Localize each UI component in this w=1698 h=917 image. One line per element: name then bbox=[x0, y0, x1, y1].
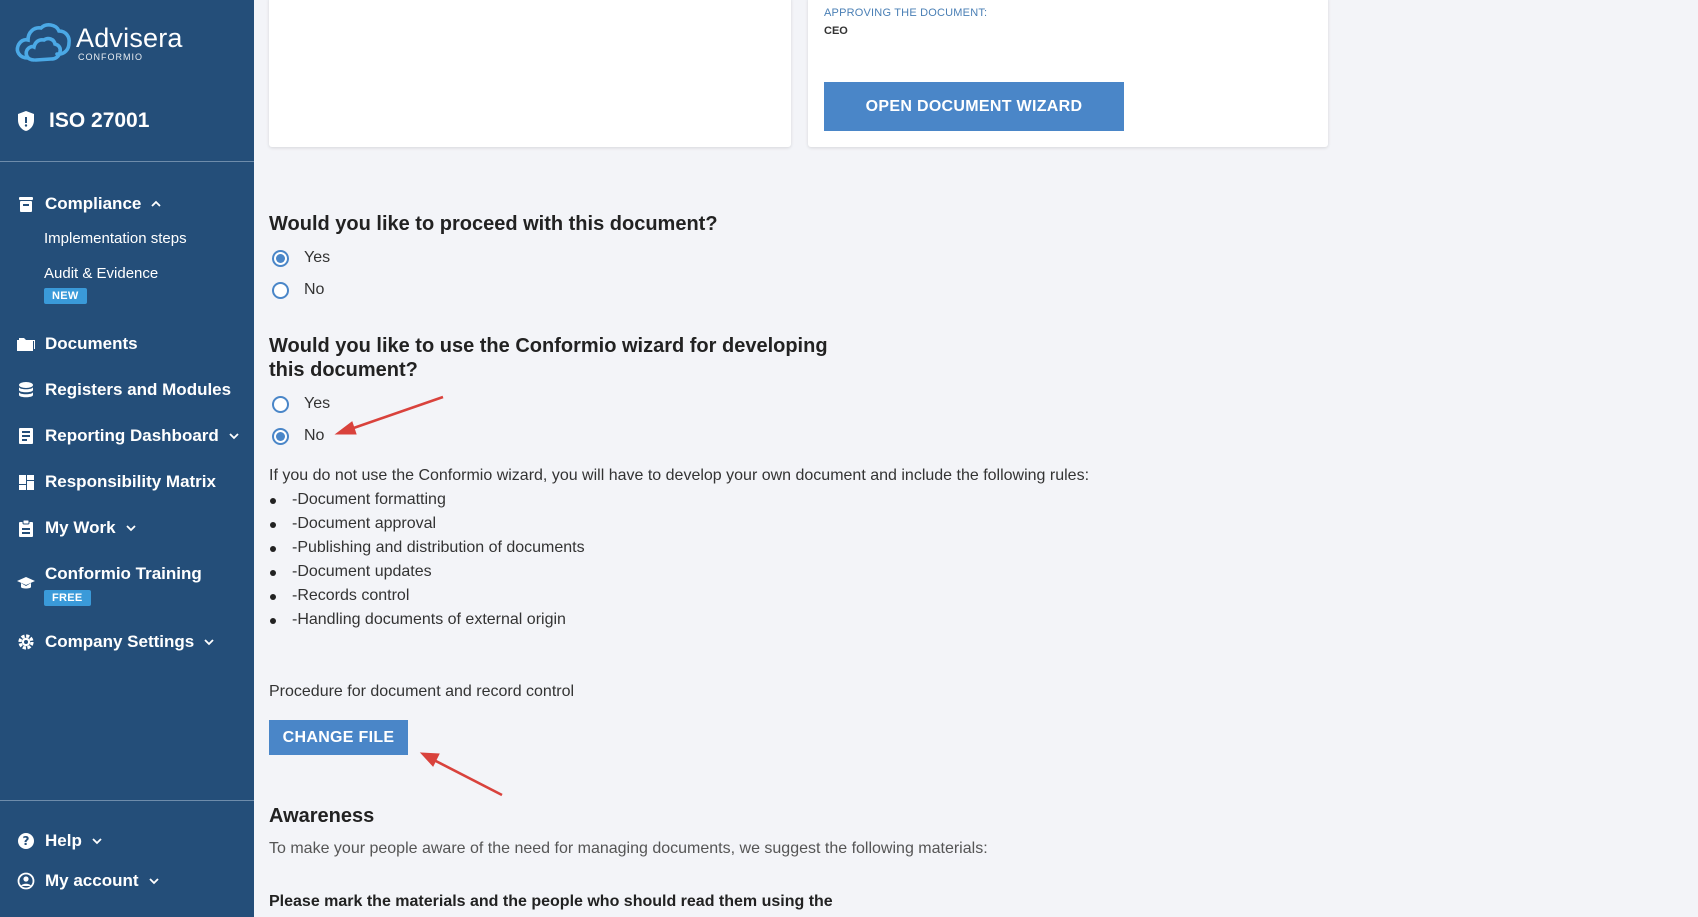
chevron-up-icon[interactable] bbox=[150, 198, 162, 210]
radio-wizard-no[interactable]: No bbox=[272, 427, 324, 445]
radio-unselected bbox=[272, 281, 289, 299]
nav-my-work[interactable]: My Work bbox=[16, 518, 137, 538]
document-info-card: APPROVING THE DOCUMENT: CEO OPEN DOCUMEN… bbox=[808, 0, 1328, 147]
list-item: -Document formatting bbox=[269, 488, 585, 512]
chevron-down-icon[interactable] bbox=[91, 835, 103, 847]
nav-label: My Work bbox=[45, 518, 116, 537]
archive-box-icon bbox=[16, 194, 36, 214]
clipboard-icon bbox=[16, 518, 36, 538]
question-proceed: Would you like to proceed with this docu… bbox=[269, 213, 718, 235]
nav-company-settings[interactable]: Company Settings bbox=[16, 632, 215, 652]
product-name: ISO 27001 bbox=[49, 109, 150, 132]
chevron-down-icon[interactable] bbox=[125, 522, 137, 534]
radio-wizard-yes[interactable]: Yes bbox=[272, 395, 330, 413]
sidebar-divider bbox=[0, 161, 254, 162]
radio-selected bbox=[272, 427, 289, 445]
nav-label: Help bbox=[45, 831, 82, 850]
radio-selected bbox=[272, 249, 289, 267]
radio-label: No bbox=[304, 427, 325, 444]
nav-compliance[interactable]: Compliance bbox=[16, 194, 162, 214]
shield-icon bbox=[18, 111, 34, 131]
brand-name: Advisera bbox=[76, 23, 183, 53]
question-wizard-line1: Would you like to use the Conformio wiza… bbox=[269, 335, 828, 357]
nav-conformio-training[interactable] bbox=[16, 573, 45, 593]
radio-label: Yes bbox=[304, 395, 331, 412]
list-item: -Document updates bbox=[269, 560, 585, 584]
file-name: Procedure for document and record contro… bbox=[269, 683, 575, 700]
awareness-text: To make your people aware of the need fo… bbox=[269, 840, 988, 857]
chevron-down-icon[interactable] bbox=[203, 636, 215, 648]
open-document-wizard-button[interactable]: OPEN DOCUMENT WIZARD bbox=[824, 82, 1124, 131]
nav-label: Compliance bbox=[45, 194, 142, 213]
radio-proceed-no[interactable]: No bbox=[272, 281, 324, 299]
question-circle-icon: ? bbox=[16, 831, 36, 851]
sidebar: Advisera CONFORMIO ISO 27001 Compliance … bbox=[0, 0, 254, 917]
new-badge: NEW bbox=[44, 288, 87, 304]
svg-text:?: ? bbox=[23, 834, 30, 848]
folder-icon bbox=[16, 334, 36, 354]
cloud-logo-icon bbox=[15, 23, 71, 62]
dashboard-grid-icon bbox=[16, 472, 36, 492]
question-wizard-line2: this document? bbox=[269, 359, 418, 381]
nav-audit-evidence[interactable]: Audit & Evidence bbox=[44, 265, 158, 282]
radio-proceed-yes[interactable]: Yes bbox=[272, 249, 330, 267]
document-preview-card bbox=[269, 0, 791, 147]
nav-implementation-steps[interactable]: Implementation steps bbox=[44, 230, 187, 247]
arrow-annotation bbox=[334, 395, 444, 435]
brand-sub: CONFORMIO bbox=[78, 52, 143, 62]
approving-value: CEO bbox=[824, 25, 848, 37]
nav-label: Registers and Modules bbox=[45, 380, 232, 399]
nav-help[interactable]: ? Help bbox=[16, 831, 103, 851]
database-icon bbox=[16, 380, 36, 400]
list-item: -Handling documents of external origin bbox=[269, 608, 585, 632]
nav-label: My account bbox=[45, 871, 139, 890]
radio-label: No bbox=[304, 281, 325, 298]
wizard-info-text: If you do not use the Conformio wizard, … bbox=[269, 467, 1090, 484]
list-item: -Records control bbox=[269, 584, 585, 608]
nav-responsibility-matrix[interactable]: Responsibility Matrix bbox=[16, 472, 216, 492]
approving-label: APPROVING THE DOCUMENT: bbox=[824, 7, 988, 19]
awareness-title: Awareness bbox=[269, 805, 375, 827]
nav-label: Responsibility Matrix bbox=[45, 472, 216, 491]
graduation-cap-icon bbox=[16, 573, 36, 593]
chevron-down-icon[interactable] bbox=[228, 430, 240, 442]
nav-label: Reporting Dashboard bbox=[45, 426, 219, 445]
chevron-down-icon[interactable] bbox=[148, 875, 160, 887]
advisera-logo[interactable]: Advisera CONFORMIO bbox=[14, 20, 183, 66]
nav-label[interactable]: Conformio Training bbox=[45, 564, 202, 584]
sidebar-divider bbox=[0, 800, 254, 801]
report-icon bbox=[16, 426, 36, 446]
free-badge: FREE bbox=[44, 590, 91, 606]
arrow-annotation bbox=[419, 752, 503, 797]
rules-list: -Document formatting -Document approval … bbox=[269, 488, 585, 632]
nav-registers-modules[interactable]: Registers and Modules bbox=[16, 380, 231, 400]
awareness-instruction: Please mark the materials and the people… bbox=[269, 893, 833, 910]
nav-documents[interactable]: Documents bbox=[16, 334, 138, 354]
list-item: -Document approval bbox=[269, 512, 585, 536]
nav-my-account[interactable]: My account bbox=[16, 871, 160, 891]
nav-label: Documents bbox=[45, 334, 138, 353]
radio-unselected bbox=[272, 395, 289, 413]
product-title[interactable]: ISO 27001 bbox=[16, 109, 149, 133]
gear-icon bbox=[16, 632, 36, 652]
list-item: -Publishing and distribution of document… bbox=[269, 536, 585, 560]
question-wizard: Would you like to use the Conformio wiza… bbox=[269, 334, 828, 382]
radio-label: Yes bbox=[304, 249, 331, 266]
nav-label: Company Settings bbox=[45, 632, 195, 651]
change-file-button[interactable]: CHANGE FILE bbox=[269, 720, 408, 755]
user-circle-icon bbox=[16, 871, 36, 891]
nav-reporting-dashboard[interactable]: Reporting Dashboard bbox=[16, 426, 240, 446]
